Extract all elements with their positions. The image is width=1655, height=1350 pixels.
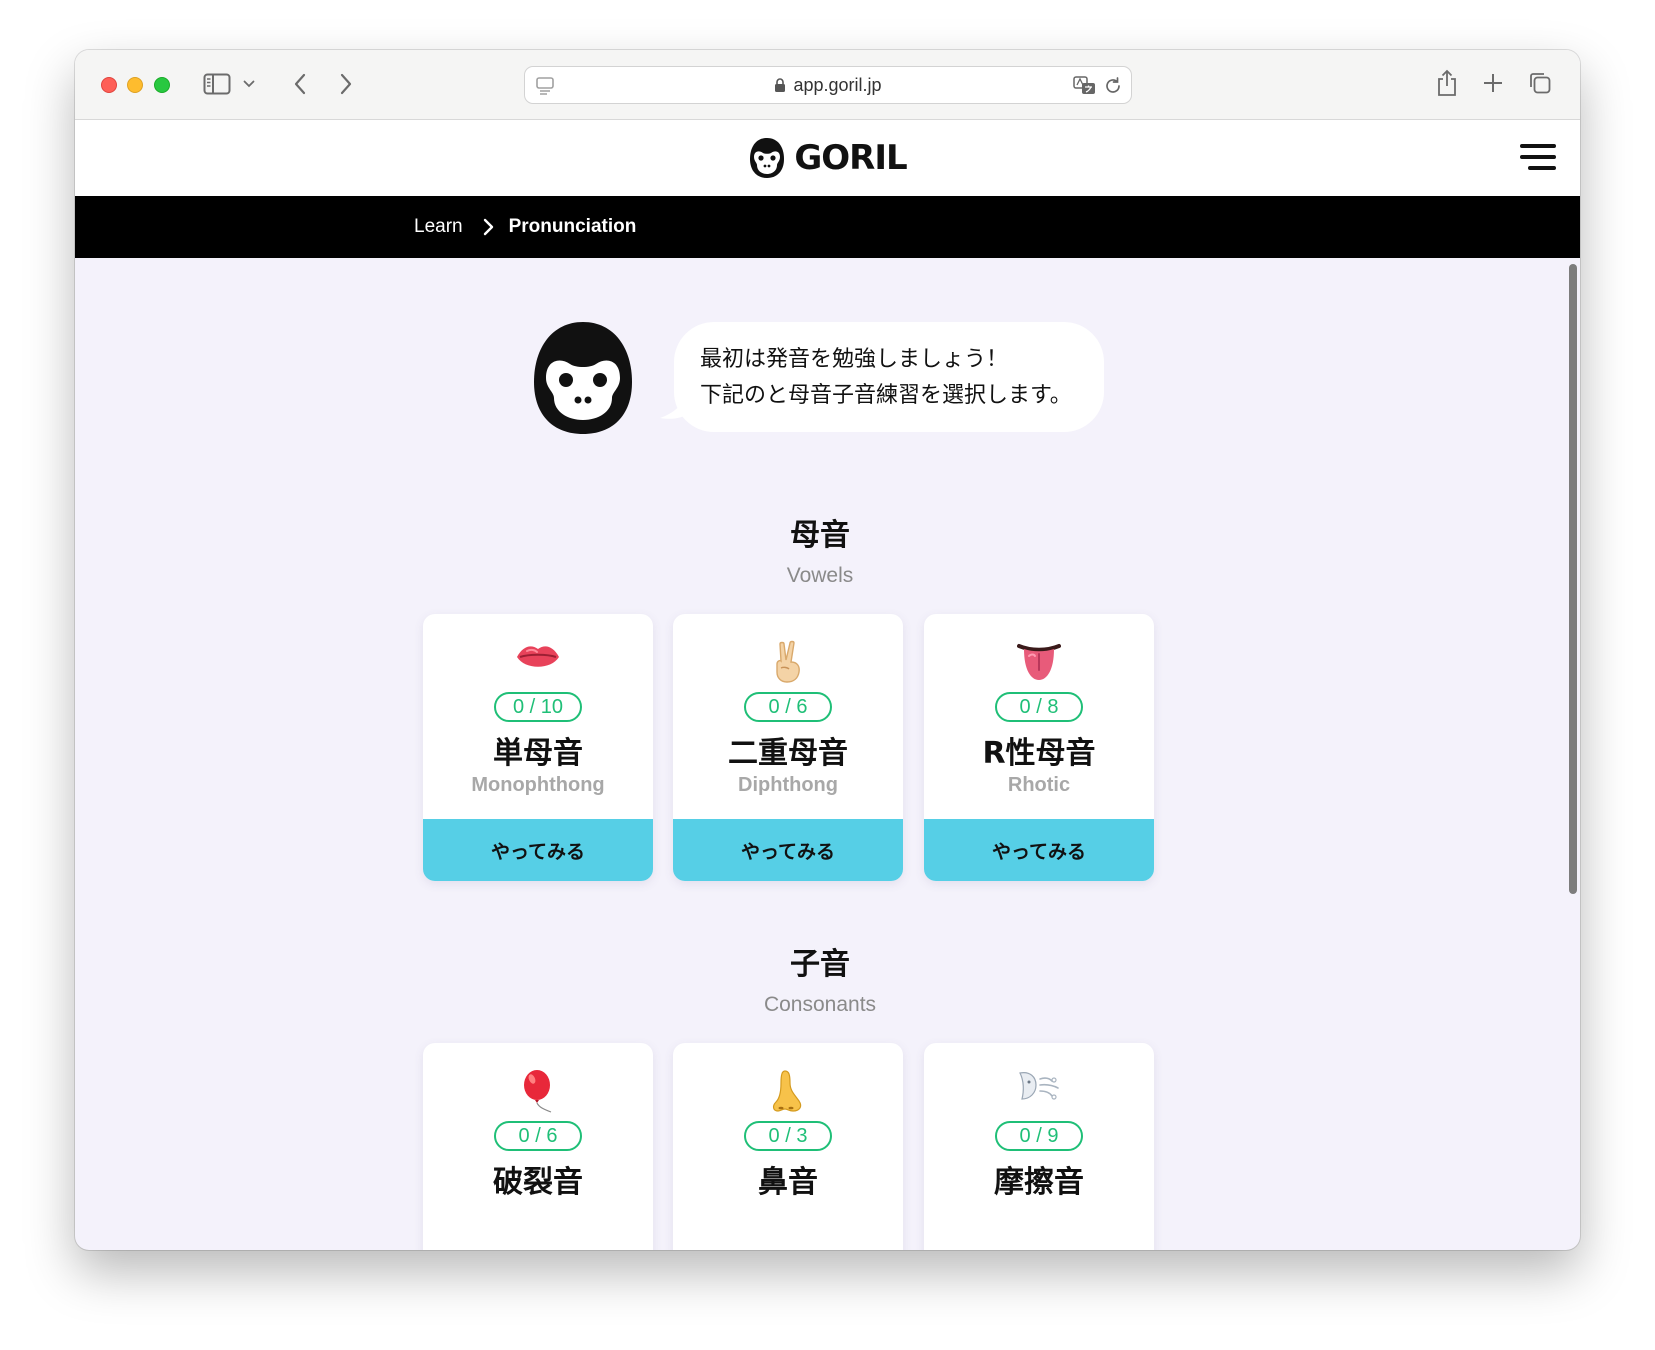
card-title: R性母音	[982, 736, 1096, 771]
lock-icon	[774, 77, 786, 93]
address-bar[interactable]: app.goril.jp	[524, 66, 1132, 104]
card-subtitle: Diphthong	[738, 774, 838, 796]
card-title: 破裂音	[493, 1165, 583, 1200]
intro-message: 最初は発音を勉強しましょう！ 下記のと母音子音練習を選択します。	[530, 318, 1130, 438]
card-diphthong[interactable]: 0 / 6 二重母音 Diphthong やってみる	[673, 614, 903, 881]
intro-line-2: 下記のと母音子音練習を選択します。	[700, 383, 1072, 408]
breadcrumb-learn-link[interactable]: Learn	[414, 216, 463, 238]
hamburger-menu-icon[interactable]	[1516, 142, 1556, 174]
scrollbar-thumb[interactable]	[1569, 264, 1577, 894]
breadcrumb: Learn Pronunciation	[75, 196, 1580, 258]
card-title: 単母音	[493, 736, 583, 771]
section-title-vowels: 母音	[790, 518, 850, 553]
sidebar-toggle-icon[interactable]	[203, 72, 231, 96]
chevron-right-icon	[483, 218, 493, 236]
card-title: 鼻音	[758, 1165, 818, 1200]
progress-badge: 0 / 6	[744, 692, 832, 722]
card-fricative[interactable]: 0 / 9 摩擦音	[924, 1043, 1154, 1250]
new-tab-icon[interactable]	[1480, 70, 1506, 96]
browser-toolbar: app.goril.jp	[75, 50, 1580, 120]
gorilla-logo-icon	[750, 138, 785, 178]
brand-name: GORIL	[794, 138, 907, 178]
chevron-down-icon[interactable]	[241, 74, 257, 94]
breadcrumb-current: Pronunciation	[508, 216, 637, 237]
card-nasal[interactable]: 0 / 3 鼻音	[673, 1043, 903, 1250]
browser-window: app.goril.jp GORIL Learn Pronunciation 最…	[75, 50, 1580, 1250]
site-logo[interactable]: GORIL	[75, 120, 1580, 196]
wind-face-icon	[924, 1069, 1154, 1111]
lips-icon	[423, 640, 653, 682]
progress-badge: 0 / 3	[744, 1121, 832, 1151]
victory-hand-icon	[673, 640, 903, 683]
section-subtitle-vowels: Vowels	[786, 564, 854, 587]
back-icon[interactable]	[287, 70, 313, 98]
progress-badge: 0 / 8	[995, 692, 1083, 722]
try-rhotic-button[interactable]: やってみる	[924, 819, 1154, 881]
url-text: app.goril.jp	[793, 74, 882, 95]
section-subtitle-consonants: Consonants	[763, 993, 877, 1016]
balloon-icon	[423, 1069, 653, 1113]
menu-line	[1520, 144, 1556, 148]
menu-line	[1520, 155, 1556, 159]
share-icon[interactable]	[1433, 67, 1461, 99]
card-title: 摩擦音	[994, 1165, 1084, 1200]
card-subtitle: Rhotic	[1007, 774, 1071, 796]
gorilla-mascot-icon	[534, 322, 632, 434]
close-window-button[interactable]	[101, 77, 117, 93]
address-center: app.goril.jp	[525, 67, 1131, 103]
menu-line	[1528, 166, 1556, 170]
tongue-icon	[924, 640, 1154, 682]
translate-icon[interactable]	[1073, 75, 1097, 97]
card-subtitle: Monophthong	[471, 774, 605, 796]
intro-line-1: 最初は発音を勉強しましょう！	[700, 347, 1009, 372]
try-diphthong-button[interactable]: やってみる	[673, 819, 903, 881]
card-plosive[interactable]: 0 / 6 破裂音	[423, 1043, 653, 1250]
progress-badge: 0 / 10	[494, 692, 582, 722]
card-monophthong[interactable]: 0 / 10 単母音 Monophthong やってみる	[423, 614, 653, 881]
progress-badge: 0 / 6	[494, 1121, 582, 1151]
forward-icon[interactable]	[333, 70, 359, 98]
main-content[interactable]: 最初は発音を勉強しましょう！ 下記のと母音子音練習を選択します。 母音 Vowe…	[75, 258, 1565, 1250]
site-header: GORIL	[75, 120, 1580, 196]
zoom-window-button[interactable]	[154, 77, 170, 93]
card-rhotic[interactable]: 0 / 8 R性母音 Rhotic やってみる	[924, 614, 1154, 881]
card-title: 二重母音	[728, 736, 848, 771]
nose-icon	[673, 1069, 903, 1112]
scrollbar[interactable]	[1565, 258, 1580, 1250]
speech-bubble: 最初は発音を勉強しましょう！ 下記のと母音子音練習を選択します。	[674, 322, 1104, 432]
tab-overview-icon[interactable]	[1527, 70, 1553, 96]
section-title-consonants: 子音	[790, 947, 850, 982]
try-monophthong-button[interactable]: やってみる	[423, 819, 653, 881]
minimize-window-button[interactable]	[127, 77, 143, 93]
reload-icon[interactable]	[1103, 76, 1123, 96]
progress-badge: 0 / 9	[995, 1121, 1083, 1151]
